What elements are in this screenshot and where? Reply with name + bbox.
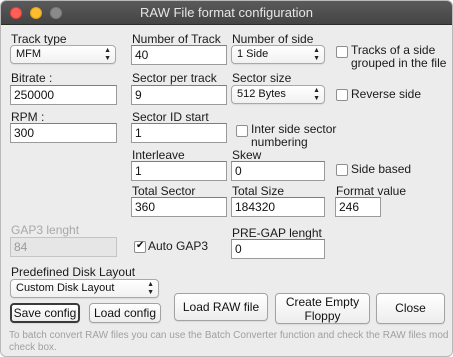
track-type-select[interactable]: MFM ▲ ▼ bbox=[10, 45, 116, 64]
interleave-input[interactable]: 1 bbox=[131, 161, 227, 181]
reverse-side-checkbox[interactable] bbox=[336, 89, 348, 101]
tracks-grouped-checkbox[interactable] bbox=[336, 46, 348, 58]
select-arrows-icon: ▲ ▼ bbox=[147, 281, 154, 296]
skew-input[interactable]: 0 bbox=[231, 161, 325, 181]
predefined-layout-value: Custom Disk Layout bbox=[16, 282, 115, 294]
number-of-side-label: Number of side bbox=[232, 32, 314, 46]
side-based-checkbox[interactable] bbox=[336, 164, 348, 176]
close-label: Close bbox=[395, 301, 426, 315]
select-arrows-icon: ▲ ▼ bbox=[104, 47, 111, 62]
batch-converter-note: To batch convert RAW files you can use t… bbox=[9, 330, 449, 353]
format-value-input[interactable]: 246 bbox=[335, 197, 381, 217]
pre-gap-length-label: PRE-GAP lenght bbox=[232, 226, 322, 240]
total-sector-label: Total Sector bbox=[132, 184, 196, 198]
number-of-track-input[interactable]: 40 bbox=[131, 45, 227, 65]
load-raw-file-button[interactable]: Load RAW file bbox=[174, 293, 268, 321]
window-title: RAW File format configuration bbox=[140, 5, 313, 20]
number-of-side-value: 1 Side bbox=[237, 48, 269, 60]
sector-id-start-label: Sector ID start bbox=[132, 110, 209, 124]
track-type-value: MFM bbox=[16, 48, 42, 60]
save-config-label: Save config bbox=[13, 306, 77, 320]
create-empty-floppy-label-1: Create Empty bbox=[285, 295, 360, 309]
interleave-label: Interleave bbox=[132, 148, 185, 162]
bitrate-label: Bitrate : bbox=[11, 71, 53, 85]
sector-size-value: 512 Bytes bbox=[237, 88, 286, 100]
reverse-side-label: Reverse side bbox=[351, 87, 422, 101]
number-of-track-label: Number of Track bbox=[132, 32, 221, 46]
save-config-button[interactable]: Save config bbox=[10, 303, 80, 323]
load-config-button[interactable]: Load config bbox=[89, 303, 161, 323]
sector-per-track-label: Sector per track bbox=[132, 71, 217, 85]
inter-side-numbering-checkbox[interactable] bbox=[236, 125, 248, 137]
load-config-label: Load config bbox=[93, 306, 157, 320]
sector-size-select[interactable]: 512 Bytes ▲ ▼ bbox=[231, 85, 325, 104]
total-size-input[interactable]: 184320 bbox=[231, 197, 325, 217]
tracks-grouped-label-1: Tracks of a side bbox=[351, 43, 436, 57]
select-arrows-icon: ▲ ▼ bbox=[313, 87, 320, 102]
sector-size-label: Sector size bbox=[232, 71, 292, 85]
predefined-layout-select[interactable]: Custom Disk Layout ▲ ▼ bbox=[10, 279, 159, 298]
sector-id-start-input[interactable]: 1 bbox=[131, 123, 227, 143]
track-type-label: Track type bbox=[11, 32, 67, 46]
gap3-length-input[interactable]: 84 bbox=[10, 237, 117, 257]
inter-side-numbering-label-1: Inter side sector bbox=[251, 122, 337, 136]
total-size-label: Total Size bbox=[232, 184, 285, 198]
create-empty-floppy-button[interactable]: Create Empty Floppy bbox=[275, 293, 370, 324]
inter-side-numbering-label-2: numbering bbox=[251, 135, 308, 149]
side-based-label: Side based bbox=[351, 162, 412, 176]
skew-label: Skew bbox=[232, 148, 262, 162]
select-arrows-icon: ▲ ▼ bbox=[313, 47, 320, 62]
predefined-layout-label: Predefined Disk Layout bbox=[11, 265, 136, 279]
gap3-length-label: GAP3 lenght bbox=[11, 223, 80, 237]
rpm-label: RPM : bbox=[11, 110, 45, 124]
auto-gap3-label: Auto GAP3 bbox=[148, 239, 209, 253]
bitrate-input[interactable]: 250000 bbox=[10, 85, 117, 105]
tracks-grouped-label-2: grouped in the file bbox=[351, 56, 447, 70]
total-sector-input[interactable]: 360 bbox=[131, 197, 227, 217]
rpm-input[interactable]: 300 bbox=[10, 123, 117, 143]
format-value-label: Format value bbox=[336, 184, 407, 198]
number-of-side-select[interactable]: 1 Side ▲ ▼ bbox=[231, 45, 325, 64]
create-empty-floppy-label-2: Floppy bbox=[304, 309, 341, 323]
sector-per-track-input[interactable]: 9 bbox=[131, 85, 227, 105]
load-raw-file-label: Load RAW file bbox=[182, 300, 260, 314]
auto-gap3-checkbox[interactable] bbox=[134, 240, 146, 253]
pre-gap-length-input[interactable]: 0 bbox=[231, 239, 325, 259]
raw-format-window: RAW File format configuration Track type… bbox=[0, 0, 453, 357]
title-bar: RAW File format configuration bbox=[1, 1, 452, 25]
close-button[interactable]: Close bbox=[376, 293, 445, 324]
